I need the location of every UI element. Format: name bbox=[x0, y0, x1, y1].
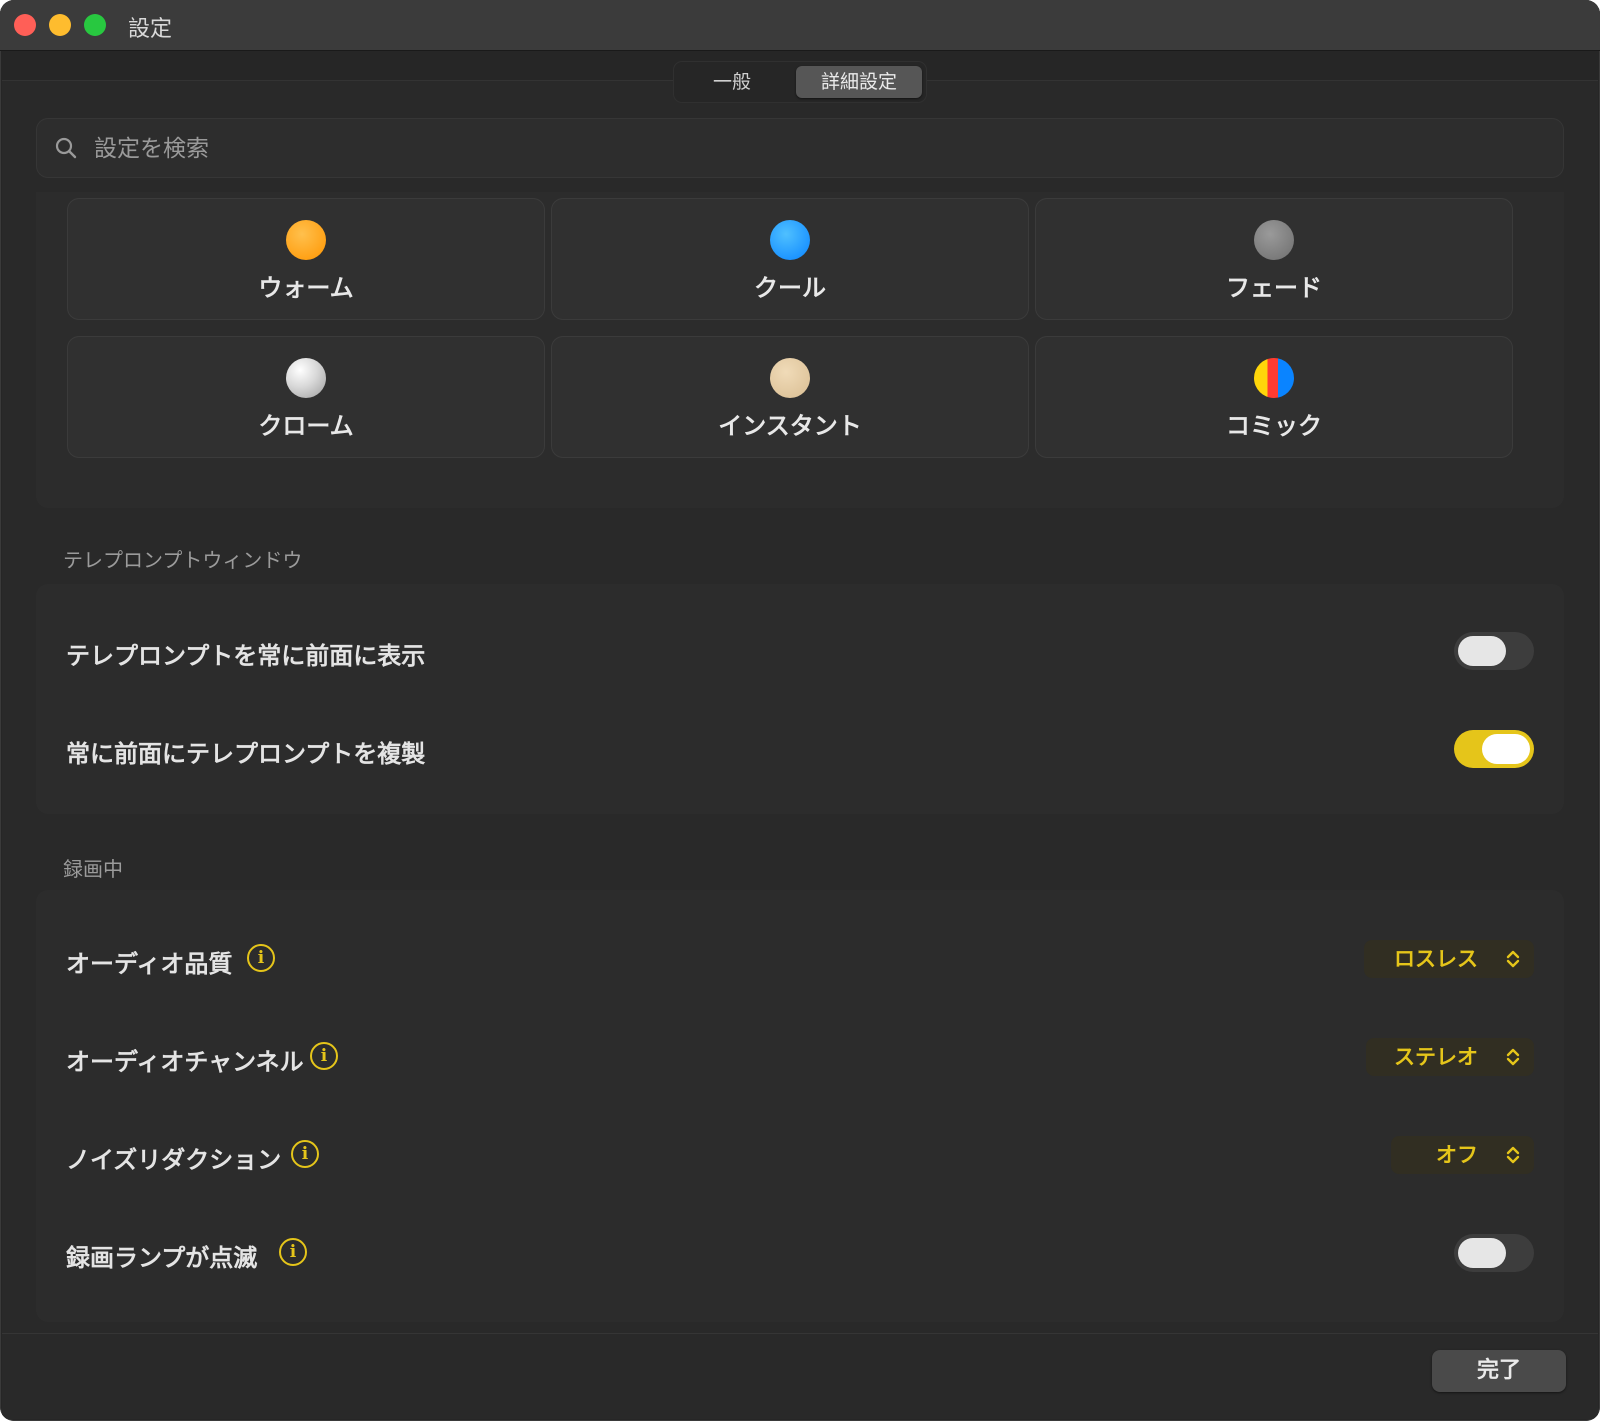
audio-channel-select[interactable]: ステレオ bbox=[1366, 1038, 1534, 1076]
theme-cool[interactable]: クール bbox=[551, 198, 1029, 320]
chrome-swatch-icon bbox=[286, 358, 326, 398]
search-input[interactable] bbox=[92, 128, 1536, 170]
toggle-knob bbox=[1458, 1238, 1506, 1268]
search-bar bbox=[36, 118, 1564, 178]
recording-lamp-info-icon[interactable]: i bbox=[279, 1238, 307, 1266]
recording-lamp-blink-label: 録画ランプが点滅 bbox=[66, 1244, 258, 1272]
warm-swatch-icon bbox=[286, 220, 326, 260]
footer-divider bbox=[2, 1333, 1598, 1334]
theme-label: クール bbox=[754, 274, 826, 302]
theme-label: コミック bbox=[1226, 412, 1322, 440]
fade-swatch-icon bbox=[1254, 220, 1294, 260]
audio-channel-value: ステレオ bbox=[1394, 1045, 1478, 1069]
audio-quality-value: ロスレス bbox=[1394, 947, 1478, 971]
always-on-top-toggle[interactable] bbox=[1454, 632, 1534, 670]
close-window-button[interactable] bbox=[14, 14, 36, 36]
theme-picker: ウォーム クール フェード クローム インスタント コミック bbox=[36, 192, 1564, 508]
theme-warm[interactable]: ウォーム bbox=[67, 198, 545, 320]
minimize-window-button[interactable] bbox=[49, 14, 71, 36]
audio-channel-info-icon[interactable]: i bbox=[310, 1042, 338, 1070]
chevron-up-down-icon bbox=[1506, 1146, 1520, 1164]
theme-chrome[interactable]: クローム bbox=[67, 336, 545, 458]
toggle-knob bbox=[1482, 734, 1530, 764]
noise-reduction-select[interactable]: オフ bbox=[1391, 1136, 1534, 1174]
noise-reduction-info-icon[interactable]: i bbox=[291, 1140, 319, 1168]
title-bar: 設定 bbox=[0, 0, 1600, 51]
noise-reduction-label: ノイズリダクション bbox=[66, 1146, 282, 1174]
chevron-up-down-icon bbox=[1506, 1048, 1520, 1066]
theme-label: インスタント bbox=[718, 412, 862, 440]
theme-comic[interactable]: コミック bbox=[1035, 336, 1513, 458]
toggle-knob bbox=[1458, 636, 1506, 666]
comic-swatch-icon bbox=[1254, 358, 1294, 398]
audio-quality-label: オーディオ品質 bbox=[66, 950, 233, 978]
teleprompter-settings-card: テレプロンプトを常に前面に表示 常に前面にテレプロンプトを複製 bbox=[36, 584, 1564, 814]
zoom-window-button[interactable] bbox=[84, 14, 106, 36]
theme-fade[interactable]: フェード bbox=[1035, 198, 1513, 320]
duplicate-on-top-toggle[interactable] bbox=[1454, 730, 1534, 768]
audio-channel-label: オーディオチャンネル bbox=[66, 1048, 304, 1076]
theme-label: ウォーム bbox=[258, 274, 354, 302]
cool-swatch-icon bbox=[770, 220, 810, 260]
search-icon bbox=[55, 137, 77, 159]
done-button[interactable]: 完了 bbox=[1432, 1350, 1566, 1392]
instant-swatch-icon bbox=[770, 358, 810, 398]
chevron-up-down-icon bbox=[1506, 950, 1520, 968]
audio-quality-select[interactable]: ロスレス bbox=[1364, 940, 1534, 978]
tab-advanced[interactable]: 詳細設定 bbox=[796, 66, 922, 98]
recording-lamp-blink-toggle[interactable] bbox=[1454, 1234, 1534, 1272]
recording-settings-card: オーディオ品質 i ロスレス オーディオチャンネル i ステレオ ノイズリダクシ… bbox=[36, 890, 1564, 1322]
duplicate-on-top-label: 常に前面にテレプロンプトを複製 bbox=[66, 740, 426, 768]
audio-quality-info-icon[interactable]: i bbox=[247, 944, 275, 972]
window-title: 設定 bbox=[128, 17, 173, 42]
noise-reduction-value: オフ bbox=[1436, 1143, 1478, 1167]
tab-bar: 一般 詳細設定 bbox=[674, 62, 926, 102]
always-on-top-label: テレプロンプトを常に前面に表示 bbox=[66, 642, 426, 670]
theme-instant[interactable]: インスタント bbox=[551, 336, 1029, 458]
settings-window: 設定 一般 詳細設定 ウォーム クール フェード クローム bbox=[0, 0, 1600, 1421]
recording-section-title: 録画中 bbox=[63, 857, 123, 881]
tab-general[interactable]: 一般 bbox=[678, 66, 786, 98]
theme-label: フェード bbox=[1226, 274, 1322, 302]
teleprompter-section-title: テレプロンプトウィンドウ bbox=[63, 548, 303, 572]
theme-label: クローム bbox=[258, 412, 354, 440]
